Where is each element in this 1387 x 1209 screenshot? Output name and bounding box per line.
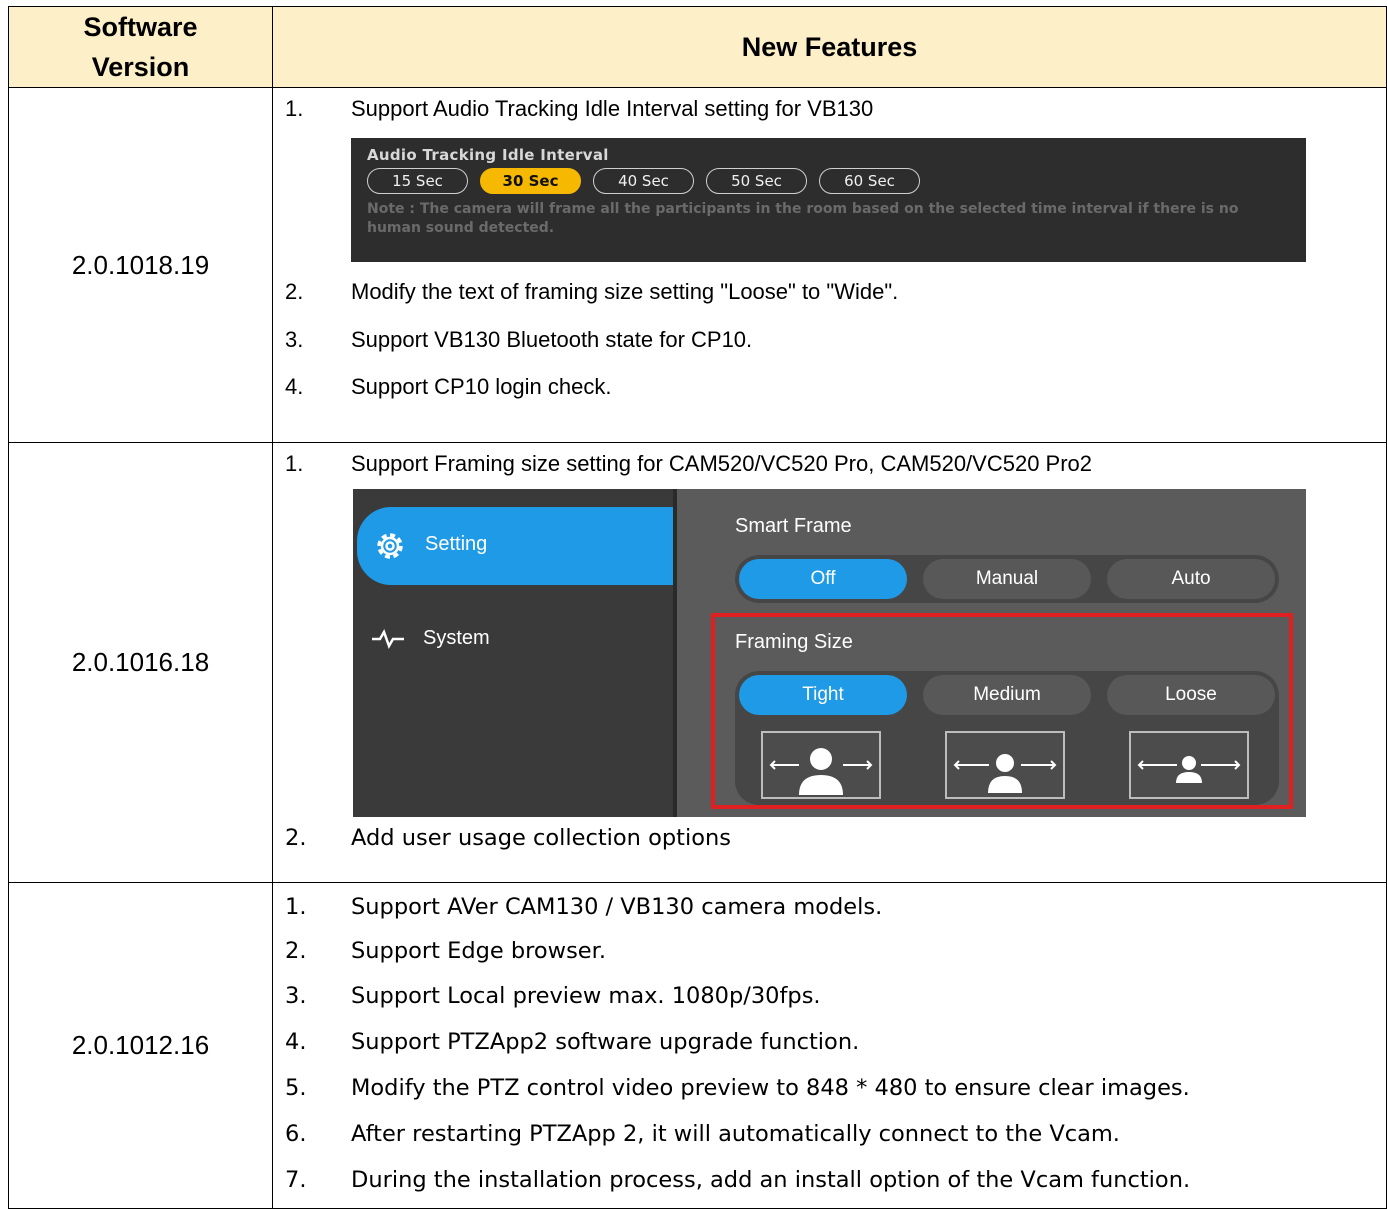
list-item: 1. Support Framing size setting for CAM5…: [273, 447, 1386, 483]
smart-frame-manual[interactable]: Manual: [923, 559, 1091, 599]
item-number: 4.: [285, 374, 304, 399]
header-software-version: Software Version: [8, 6, 273, 88]
list-item: 3. Support Local preview max. 1080p/30fp…: [273, 975, 1386, 1021]
audio-tracking-panel: Audio Tracking Idle Interval 15 Sec 30 S…: [351, 138, 1306, 262]
framing-settings-panel: Setting System Smart Frame Off Manual Au…: [353, 489, 1306, 817]
features-cell: 1. Support Audio Tracking Idle Interval …: [272, 87, 1387, 443]
header-row: Software Version New Features: [8, 6, 1387, 88]
item-text: Support CP10 login check.: [351, 374, 612, 399]
medium-preview-icon: [945, 731, 1065, 799]
tight-preview-icon: [761, 731, 881, 799]
item-text: Support Local preview max. 1080p/30fps.: [351, 983, 821, 1009]
item-text: Modify the PTZ control video preview to …: [351, 1075, 1190, 1101]
framing-size-tight[interactable]: Tight: [739, 675, 907, 715]
list-item: 2. Support Edge browser.: [273, 931, 1386, 975]
audio-panel-title: Audio Tracking Idle Interval: [367, 146, 609, 164]
interval-option-60[interactable]: 60 Sec: [819, 168, 920, 194]
features-cell: 1. Support AVer CAM130 / VB130 camera mo…: [272, 882, 1387, 1209]
table-row: 2.0.1016.18 1. Support Framing size sett…: [8, 442, 1387, 883]
list-item: 2. Modify the text of framing size setti…: [273, 270, 1386, 318]
item-text: Add user usage collection options: [351, 825, 731, 851]
table-row: 2.0.1018.19 1. Support Audio Tracking Id…: [8, 87, 1387, 443]
item-number: 1.: [285, 451, 304, 476]
item-number: 7.: [285, 1167, 307, 1193]
item-text: Support Edge browser.: [351, 938, 606, 964]
interval-option-40[interactable]: 40 Sec: [593, 168, 694, 194]
smart-frame-track: Off Manual Auto: [735, 555, 1279, 603]
version-cell: 2.0.1016.18: [8, 442, 273, 883]
interval-options: 15 Sec 30 Sec 40 Sec 50 Sec 60 Sec: [367, 168, 1306, 194]
interval-option-30[interactable]: 30 Sec: [480, 168, 581, 194]
loose-preview-icon: [1129, 731, 1249, 799]
item-number: 5.: [285, 1075, 307, 1101]
list-item: 6. After restarting PTZApp 2, it will au…: [273, 1113, 1386, 1159]
header-version-text: Software Version: [83, 12, 198, 82]
smart-frame-auto[interactable]: Auto: [1107, 559, 1275, 599]
item-text: Modify the text of framing size setting …: [351, 279, 899, 304]
list-item: 1. Support AVer CAM130 / VB130 camera mo…: [273, 887, 1386, 931]
item-number: 2.: [285, 279, 304, 304]
tab-system[interactable]: System: [423, 627, 490, 650]
item-text: Support PTZApp2 software upgrade functio…: [351, 1029, 860, 1055]
pulse-icon: [372, 629, 404, 649]
version-cell: 2.0.1018.19: [8, 87, 273, 443]
item-text: Support VB130 Bluetooth state for CP10.: [351, 327, 753, 352]
interval-option-15[interactable]: 15 Sec: [367, 168, 468, 194]
header-new-features: New Features: [272, 6, 1387, 88]
interval-option-50[interactable]: 50 Sec: [706, 168, 807, 194]
item-text: After restarting PTZApp 2, it will autom…: [351, 1121, 1120, 1147]
item-number: 4.: [285, 1029, 307, 1055]
framing-size-loose[interactable]: Loose: [1107, 675, 1275, 715]
item-number: 3.: [285, 327, 304, 352]
item-number: 3.: [285, 983, 307, 1009]
item-number: 2.: [285, 938, 307, 964]
list-item: 5. Modify the PTZ control video preview …: [273, 1067, 1386, 1113]
list-item: 1. Support Audio Tracking Idle Interval …: [273, 94, 1386, 130]
list-item: 2. Add user usage collection options: [273, 823, 1386, 857]
framing-size-medium[interactable]: Medium: [923, 675, 1091, 715]
item-number: 6.: [285, 1121, 307, 1147]
audio-panel-note: Note : The camera will frame all the par…: [367, 200, 1306, 238]
version-cell: 2.0.1012.16: [8, 882, 273, 1209]
item-text: Support AVer CAM130 / VB130 camera model…: [351, 894, 883, 920]
release-notes-table: Software Version New Features 2.0.1018.1…: [8, 6, 1387, 1209]
item-number: 1.: [285, 96, 304, 121]
item-number: 2.: [285, 825, 307, 851]
smart-frame-off[interactable]: Off: [739, 559, 907, 599]
note-line: human sound detected.: [367, 220, 555, 236]
list-item: 4. Support PTZApp2 software upgrade func…: [273, 1021, 1386, 1067]
item-text: Support Framing size setting for CAM520/…: [351, 451, 1093, 476]
list-item: 7. During the installation process, add …: [273, 1159, 1386, 1203]
table-row: 2.0.1012.16 1. Support AVer CAM130 / VB1…: [8, 882, 1387, 1209]
tab-setting-label: Setting: [425, 533, 488, 555]
list-item: 3. Support VB130 Bluetooth state for CP1…: [273, 318, 1386, 366]
smart-frame-label: Smart Frame: [735, 515, 852, 537]
gear-icon: [377, 533, 403, 559]
sidebar-divider: [673, 489, 677, 817]
list-item: 4. Support CP10 login check.: [273, 366, 1386, 408]
item-number: 1.: [285, 894, 307, 920]
framing-size-label: Framing Size: [735, 631, 853, 653]
note-line: Note : The camera will frame all the par…: [367, 201, 1239, 217]
item-text: Support Audio Tracking Idle Interval set…: [351, 96, 874, 121]
item-text: During the installation process, add an …: [351, 1167, 1191, 1193]
features-cell: 1. Support Framing size setting for CAM5…: [272, 442, 1387, 883]
